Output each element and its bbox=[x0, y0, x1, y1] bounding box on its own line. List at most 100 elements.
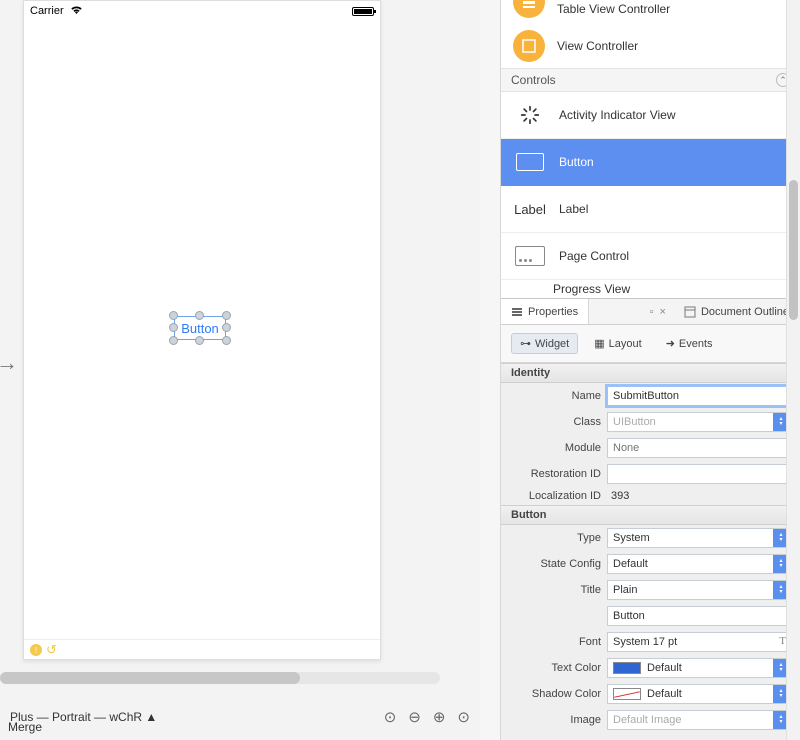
zoom-in-icon[interactable]: ⊕ bbox=[433, 708, 446, 726]
zoom-out-icon[interactable]: ⊖ bbox=[408, 708, 421, 726]
tab-document-outline[interactable]: Document Outline bbox=[674, 299, 800, 324]
row-shadow-color: Shadow Color Default▴▾ bbox=[501, 681, 800, 707]
field-label: State Config bbox=[501, 558, 601, 570]
localization-id-value: 393 bbox=[607, 490, 790, 502]
field-label: Shadow Color bbox=[501, 688, 601, 700]
field-label: Restoration ID bbox=[501, 468, 601, 480]
subtab-label: Widget bbox=[535, 338, 569, 350]
field-label: Module bbox=[501, 442, 601, 454]
designer-status-bar: Plus — Portrait — wChR ▲ ⊙ ⊖ ⊕ ⊙ bbox=[0, 694, 480, 740]
merge-label[interactable]: Merge bbox=[8, 720, 42, 734]
vertical-scrollbar[interactable] bbox=[786, 0, 800, 740]
properties-panel: Properties ▫× Document Outline ⊶Widget ▦… bbox=[501, 298, 800, 740]
warning-badge-icon[interactable]: ! bbox=[30, 644, 42, 656]
section-identity: Identity bbox=[501, 363, 800, 383]
close-icon[interactable]: × bbox=[660, 306, 666, 318]
select-value: Plain bbox=[613, 584, 637, 596]
device-frame[interactable]: Carrier Button ! ↺ bbox=[23, 0, 381, 660]
horizontal-scrollbar[interactable] bbox=[0, 672, 440, 684]
subtab-events[interactable]: ➜Events bbox=[658, 333, 721, 354]
label-icon: Label bbox=[515, 198, 545, 220]
panel-pin-controls[interactable]: ▫× bbox=[642, 299, 674, 324]
resize-handle[interactable] bbox=[169, 323, 178, 332]
field-label: Type bbox=[501, 532, 601, 544]
library-label: View Controller bbox=[557, 39, 638, 53]
field-label: Font bbox=[501, 636, 601, 648]
library-item-pagecontrol[interactable]: Page Control bbox=[501, 233, 800, 280]
module-input[interactable] bbox=[607, 438, 790, 458]
subtab-layout[interactable]: ▦ Layout bbox=[586, 333, 649, 354]
library-item-viewcontroller[interactable]: View Controller bbox=[501, 24, 800, 68]
undock-icon[interactable]: ▫ bbox=[650, 306, 654, 318]
view-controller-icon bbox=[513, 30, 545, 62]
class-select[interactable]: UIButton▴▾ bbox=[607, 412, 790, 432]
library-item-tableviewcontroller[interactable]: Table View Controller bbox=[501, 0, 800, 24]
tab-properties[interactable]: Properties bbox=[501, 299, 589, 324]
scrollbar-thumb[interactable] bbox=[0, 672, 300, 684]
field-label: Class bbox=[501, 416, 601, 428]
row-module: Module bbox=[501, 435, 800, 461]
library-label: Table View Controller bbox=[557, 2, 670, 16]
field-label: Title bbox=[501, 584, 601, 596]
properties-icon bbox=[511, 306, 523, 318]
events-icon: ➜ bbox=[666, 337, 675, 350]
state-config-select[interactable]: Default▴▾ bbox=[607, 554, 790, 574]
segue-arrow-icon: → bbox=[0, 350, 18, 376]
resize-handle[interactable] bbox=[222, 336, 231, 345]
library-item-label[interactable]: Label Label bbox=[501, 186, 800, 233]
row-font: Font System 17 ptT bbox=[501, 629, 800, 655]
restoration-id-input[interactable] bbox=[607, 464, 790, 484]
tab-label: Properties bbox=[528, 306, 578, 318]
text-color-select[interactable]: Default▴▾ bbox=[607, 658, 790, 678]
zoom-actual-icon[interactable]: ⊙ bbox=[457, 708, 470, 726]
row-text-color: Text Color Default▴▾ bbox=[501, 655, 800, 681]
row-image: Image Default Image▴▾ bbox=[501, 707, 800, 733]
page-control-icon bbox=[515, 245, 545, 267]
resize-handle[interactable] bbox=[222, 323, 231, 332]
designer-canvas[interactable]: → Carrier Button ! ↺ bbox=[0, 0, 480, 740]
library-label: Button bbox=[559, 155, 594, 169]
library-label: Activity Indicator View bbox=[559, 108, 676, 122]
field-label: Name bbox=[501, 390, 601, 402]
back-nav-icon[interactable]: ↺ bbox=[46, 642, 57, 658]
font-select[interactable]: System 17 ptT bbox=[607, 632, 790, 652]
resize-handle[interactable] bbox=[169, 336, 178, 345]
object-library[interactable]: Table View Controller View Controller Co… bbox=[501, 0, 800, 298]
scrollbar-thumb[interactable] bbox=[789, 180, 798, 320]
selected-button[interactable]: Button bbox=[174, 316, 226, 340]
subtab-label: Layout bbox=[609, 338, 642, 350]
resize-handle[interactable] bbox=[195, 311, 204, 320]
layout-icon: ▦ bbox=[594, 337, 604, 350]
row-state-config: State Config Default▴▾ bbox=[501, 551, 800, 577]
title-type-select[interactable]: Plain▴▾ bbox=[607, 580, 790, 600]
tableview-controller-icon bbox=[513, 0, 545, 18]
row-localization-id: Localization ID 393 bbox=[501, 487, 800, 505]
button-icon bbox=[515, 151, 545, 173]
progress-view-icon bbox=[515, 280, 539, 298]
library-item-progressview[interactable]: Progress View bbox=[501, 280, 800, 298]
library-item-button[interactable]: Button bbox=[501, 139, 800, 186]
section-button: Button bbox=[501, 505, 800, 525]
title-text-input[interactable] bbox=[607, 606, 790, 626]
library-item-activity-indicator[interactable]: Activity Indicator View bbox=[501, 92, 800, 139]
row-title: Title Plain▴▾ bbox=[501, 577, 800, 603]
field-label: Localization ID bbox=[501, 490, 601, 502]
image-select[interactable]: Default Image▴▾ bbox=[607, 710, 790, 730]
subtab-widget[interactable]: ⊶Widget bbox=[511, 333, 578, 354]
font-picker-icon[interactable]: T bbox=[779, 635, 786, 647]
resize-handle[interactable] bbox=[222, 311, 231, 320]
name-input[interactable] bbox=[607, 386, 790, 406]
library-section-controls[interactable]: Controls ⌃ bbox=[501, 68, 800, 92]
shadow-color-select[interactable]: Default▴▾ bbox=[607, 684, 790, 704]
row-restoration-id: Restoration ID bbox=[501, 461, 800, 487]
resize-handle[interactable] bbox=[195, 336, 204, 345]
type-select[interactable]: System▴▾ bbox=[607, 528, 790, 548]
zoom-fit-icon[interactable]: ⊙ bbox=[384, 708, 397, 726]
resize-handle[interactable] bbox=[169, 311, 178, 320]
activity-indicator-icon bbox=[515, 104, 545, 126]
outline-icon bbox=[684, 306, 696, 318]
select-value: System bbox=[613, 532, 650, 544]
view-body[interactable]: Button bbox=[24, 21, 380, 640]
color-swatch-icon bbox=[613, 688, 641, 700]
library-label: Page Control bbox=[559, 249, 629, 263]
